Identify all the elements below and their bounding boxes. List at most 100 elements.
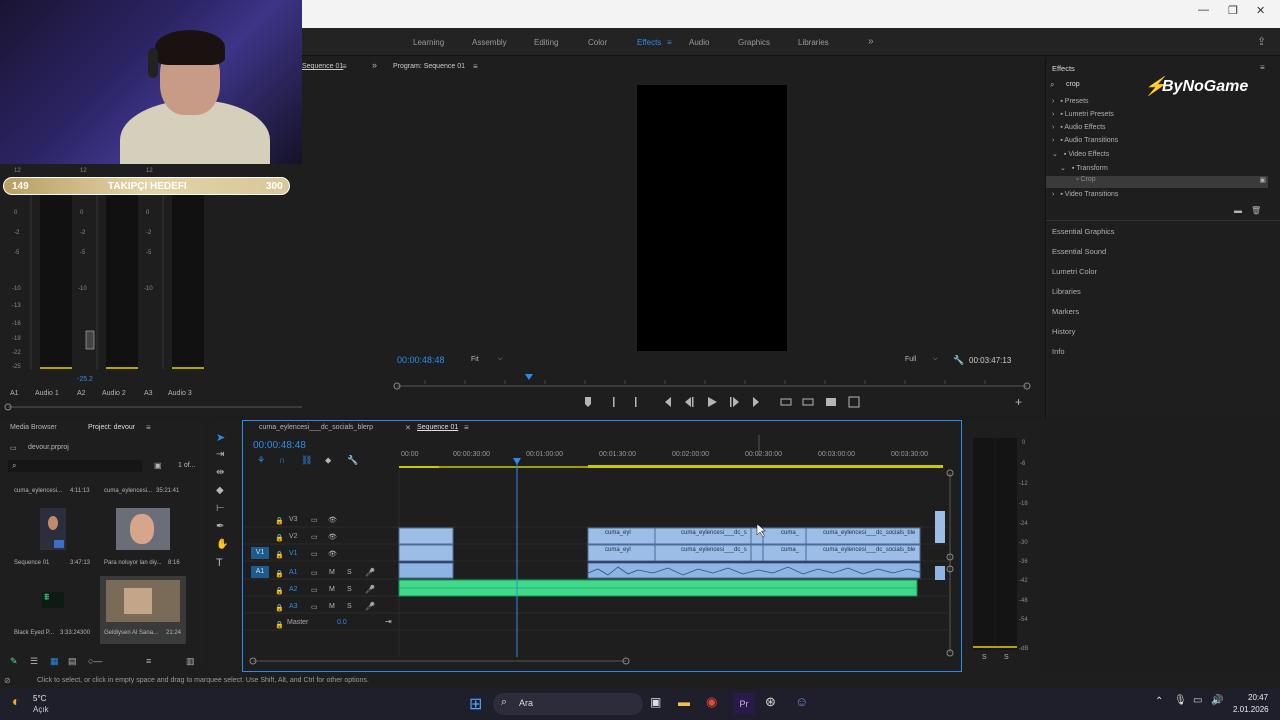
maximize-button[interactable]: ❐ <box>1228 4 1238 17</box>
volume-icon[interactable]: 🔊 <box>1211 695 1223 706</box>
clip-label[interactable]: cuma_eylencesi___dc_s <box>681 547 747 553</box>
zoom-slider[interactable]: ○— <box>88 656 102 666</box>
chevron-down-icon[interactable]: ⌵ <box>498 356 503 363</box>
more-panels-icon[interactable]: » <box>372 60 377 70</box>
pencil-icon[interactable]: ✎ <box>10 656 18 667</box>
chevron-up-icon[interactable]: ⌃ <box>1155 696 1163 707</box>
mute-button[interactable]: M <box>329 603 335 610</box>
tree-crop[interactable]: ▫ Crop ▣ <box>1046 176 1268 188</box>
panel-menu-icon[interactable]: ≡ <box>146 423 151 432</box>
lock-icon[interactable]: 🔒 <box>275 551 284 559</box>
clip-label[interactable]: cuma_eylencesi___dc_s <box>681 530 747 536</box>
selection-tool-icon[interactable]: ➤ <box>216 431 225 444</box>
master-value[interactable]: 0.0 <box>337 619 347 626</box>
clip-label[interactable]: cuma_eyl <box>605 547 631 553</box>
more-tabs-icon[interactable]: » <box>868 36 874 47</box>
source-patch-a1[interactable]: A1 <box>251 566 269 578</box>
hand-icon[interactable]: ✋ <box>216 539 228 550</box>
source-patch-v1[interactable]: V1 <box>251 547 269 559</box>
lock-icon[interactable]: 🔒 <box>275 534 284 542</box>
automate-icon[interactable]: ▥ <box>186 656 195 667</box>
chrome-icon[interactable]: ◉ <box>706 694 717 710</box>
clock-date[interactable]: 2.01.2026 <box>1233 705 1269 714</box>
quality-dropdown[interactable]: Full <box>905 356 916 363</box>
tab-effects[interactable]: Effects <box>637 38 661 47</box>
microphone-icon[interactable]: 🎙 <box>1174 695 1187 706</box>
new-bin-icon[interactable]: ▬ <box>1234 206 1242 215</box>
track-v1-label[interactable]: V1 <box>289 550 298 557</box>
solo-button[interactable]: S <box>347 603 352 610</box>
tab-assembly[interactable]: Assembly <box>472 38 507 47</box>
panel-info[interactable]: Info <box>1052 347 1065 356</box>
thumbnail-sequence[interactable] <box>40 508 66 550</box>
solo-button[interactable]: S <box>347 569 352 576</box>
panel-markers[interactable]: Markers <box>1052 307 1079 316</box>
tab-graphics[interactable]: Graphics <box>738 38 770 47</box>
project-search-input[interactable]: ⌕ <box>8 460 142 472</box>
tab-color[interactable]: Color <box>588 38 607 47</box>
thumbnail-video[interactable] <box>116 508 170 550</box>
go-to-end-icon[interactable]: ⇥ <box>385 617 392 626</box>
tree-presets[interactable]: › ▪ Presets <box>1046 98 1089 105</box>
tab-editing[interactable]: Editing <box>534 38 558 47</box>
track-select-icon[interactable]: ⇥ <box>216 449 224 460</box>
eye-icon[interactable]: 👁 <box>328 550 337 558</box>
clip-label[interactable]: cuma_ <box>781 547 799 553</box>
sync-lock-icon[interactable]: ▭ <box>311 586 318 594</box>
sync-lock-icon[interactable]: ▭ <box>311 603 318 611</box>
fit-dropdown[interactable]: Fit <box>471 356 479 363</box>
lock-icon[interactable]: 🔒 <box>275 517 284 525</box>
mute-button[interactable]: M <box>329 569 335 576</box>
start-menu-icon[interactable]: ⊞ <box>469 694 482 714</box>
sort-icon[interactable]: ≡ <box>146 656 151 666</box>
program-timecode[interactable]: 00:00:48:48 <box>397 355 445 365</box>
tree-video-transitions[interactable]: › ▪ Video Transitions <box>1046 191 1118 198</box>
transport-controls[interactable] <box>575 394 865 410</box>
add-button[interactable]: + <box>1015 395 1022 409</box>
effects-search-input[interactable]: crop <box>1066 81 1080 88</box>
track-a2-label[interactable]: A2 <box>289 586 298 593</box>
sync-lock-icon[interactable]: ▭ <box>311 516 318 524</box>
tab-audio[interactable]: Audio <box>689 38 709 47</box>
type-tool-icon[interactable]: T <box>216 557 223 569</box>
source-tab[interactable]: Sequence 01 <box>302 63 343 70</box>
solo-button[interactable]: S <box>347 586 352 593</box>
share-icon[interactable]: ⇪ <box>1257 35 1266 48</box>
ripple-edit-icon[interactable]: ⇹ <box>216 467 224 478</box>
clip-label[interactable]: cuma_ <box>781 530 799 536</box>
tab-learning[interactable]: Learning <box>413 38 444 47</box>
freeform-view-icon[interactable]: ▤ <box>68 656 77 667</box>
lock-icon[interactable]: 🔒 <box>275 604 284 612</box>
icon-view-icon[interactable]: ▦ <box>50 656 59 667</box>
tree-transform[interactable]: ⌄ ▪ Transform <box>1046 164 1108 172</box>
track-v2-label[interactable]: V2 <box>289 533 298 540</box>
file-explorer-icon[interactable]: ▬ <box>678 695 690 709</box>
tab-media-browser[interactable]: Media Browser <box>10 424 57 431</box>
tree-audio-effects[interactable]: › ▪ Audio Effects <box>1046 124 1106 131</box>
lock-icon[interactable]: 🔒 <box>275 570 284 578</box>
panel-essential-graphics[interactable]: Essential Graphics <box>1052 227 1115 236</box>
chevron-down-icon[interactable]: ⌵ <box>933 356 938 363</box>
close-button[interactable]: ✕ <box>1256 4 1265 17</box>
mute-button[interactable]: M <box>329 586 335 593</box>
sync-lock-icon[interactable]: ▭ <box>311 569 318 577</box>
weather-icon[interactable]: ◐ <box>12 693 20 709</box>
track-a1-label[interactable]: A1 <box>289 569 298 576</box>
github-icon[interactable]: ⊛ <box>765 694 776 710</box>
sync-lock-icon[interactable]: ▭ <box>311 533 318 541</box>
pen-icon[interactable]: ✒ <box>216 521 224 532</box>
razor-icon[interactable]: ◆ <box>216 485 224 496</box>
panel-menu-icon[interactable]: ≡ <box>473 62 478 71</box>
panel-menu-icon[interactable]: ≡ <box>342 62 347 71</box>
taskbar-search[interactable]: ⌕ Ara <box>493 693 643 715</box>
microphone-icon[interactable]: 🎤 <box>365 585 375 594</box>
discord-icon[interactable]: ☺ <box>795 694 808 709</box>
panel-menu-icon[interactable]: ≡ <box>1260 63 1265 72</box>
clip-label[interactable]: cuma_eylencesi___dc_socials_ble <box>823 547 915 553</box>
eye-icon[interactable]: 👁 <box>328 533 337 541</box>
tree-lumetri-presets[interactable]: › ▪ Lumetri Presets <box>1046 111 1114 118</box>
panel-history[interactable]: History <box>1052 327 1075 336</box>
network-icon[interactable]: ▭ <box>1193 695 1202 706</box>
sync-lock-icon[interactable]: ▭ <box>311 550 318 558</box>
tab-libraries[interactable]: Libraries <box>798 38 829 47</box>
